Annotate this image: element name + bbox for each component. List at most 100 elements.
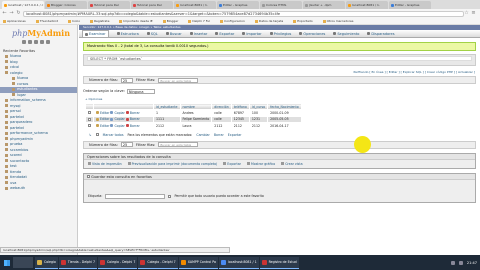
table-cell[interactable]: 2112 [230,122,250,130]
filter-input-bottom[interactable]: Buscar en esta tabla [158,142,199,147]
logout-icon[interactable] [28,40,32,44]
tab-estructura[interactable]: Estructura [116,32,139,36]
row-checkbox[interactable] [88,117,91,121]
tab-sql[interactable]: SQL [146,32,158,36]
row-borrar-button[interactable]: Borrar [125,117,140,121]
taskbar-item[interactable]: Colegio - Delphi 7 [138,256,178,269]
tab-privilegios[interactable]: Privilegios [269,32,291,36]
browser-tab[interactable]: Editar - Graphes [389,1,431,9]
bookmark-item[interactable]: Inicio [68,19,85,23]
phpmyadmin-logo[interactable]: phpMyAdmin [0,25,77,49]
browser-tab[interactable]: Blogger: Colores [45,1,87,9]
taskbar-item[interactable]: Colegio - Delphi 7 [98,256,138,269]
query-op-link[interactable]: Vista de impresión [88,162,122,166]
tab-examinar[interactable]: Examinar [82,30,109,37]
tab-insertar[interactable]: Insertar [189,32,207,36]
bookmark-item[interactable]: Aplicaciones [3,19,31,23]
tree-item-label: tiendadat [10,175,27,179]
bulk-export-button[interactable]: Exportar [228,133,242,137]
query-op-link[interactable]: Crear vista [281,161,303,166]
options-toggle[interactable]: + Opciones [85,97,480,101]
network-icon[interactable] [450,260,455,265]
filter-input[interactable]: Buscar en esta tabla [158,77,199,83]
browser-tab[interactable]: localhost:8081 / 1. [346,1,388,9]
row-editar-button[interactable]: Editar [96,124,109,128]
query-op-label: Crear vista [285,161,303,166]
table-cell[interactable]: 2112 [153,122,181,130]
check-all-icon[interactable]: ↳ [89,133,92,137]
taskbar-item[interactable]: localhost:8081 / 1 [218,256,259,269]
reload-icon[interactable]: ↻ [16,11,21,16]
row-borrar-button[interactable]: Borrar [125,124,140,128]
bookmark-item[interactable]: Configuracion [220,19,250,23]
bookmark-item[interactable]: Exportado [293,19,317,23]
bookmark-folder-icon [254,19,258,23]
tab-exportar[interactable]: Exportar [215,32,234,36]
table-cell[interactable]: 2016-04-17 [267,122,302,130]
tab-seguimiento[interactable]: Seguimiento [333,32,359,36]
bookmark-item[interactable]: Thunderbird [35,19,63,23]
start-button[interactable] [1,255,13,270]
row-copiar-button[interactable]: Copiar [110,124,125,128]
table-cell[interactable]: 2112 [211,122,232,130]
help-icon[interactable] [34,40,38,44]
bookmark-item[interactable]: Otros marcadores [322,19,359,23]
url-field[interactable]: localhost:8081/phpmyadmin/#PMAURL-33:sql… [23,10,464,17]
taskbar-item[interactable]: Tienda - Delphi 7 [58,256,98,269]
browser-tab[interactable]: Tutorial para Del [131,1,173,9]
bookmark-item[interactable]: Delphi 7 Ful [188,19,215,23]
home-icon[interactable] [22,40,26,44]
settings-icon[interactable] [46,40,50,44]
tree-item[interactable]: webauth [0,186,77,192]
taskbar-search[interactable] [13,257,33,268]
browser-tab[interactable]: Editar - Graphes [217,1,259,9]
taskbar-item[interactable]: Registro de Estud [259,256,299,269]
menu-icon[interactable]: ≡ [471,11,476,16]
bulk-change-button[interactable]: Cambiar [196,133,209,137]
docs-icon[interactable] [40,40,44,44]
browser-tab[interactable]: localhost / 127.0.0.1 / c [2,1,44,9]
taskbar-item[interactable]: XAMPP Control Pa [178,256,218,269]
browser-tab[interactable]: |Guitar + .dpm [303,1,345,9]
row-editar-button[interactable]: Editar [96,117,109,121]
browser-tab[interactable]: Colores HTML [260,1,302,9]
bookmark-item[interactable]: Registrate [90,19,114,23]
star-icon[interactable]: ☆ [464,11,469,16]
tab-buscar[interactable]: Buscar [165,32,182,36]
clock[interactable]: 21:47 [467,261,477,265]
bookmark-share-checkbox[interactable] [168,194,172,198]
sql-links[interactable]: Perfilando [ En línea ] [ Editar ] [ Exp… [79,69,480,75]
tab-disparadores[interactable]: Disparadores [367,32,395,36]
bookmark-label-input[interactable] [105,193,166,199]
back-icon[interactable]: ← [2,11,7,16]
row-copiar-button[interactable]: Copiar [110,117,125,121]
table-cell[interactable]: Laura [179,122,213,130]
volume-icon[interactable] [458,260,463,265]
row-checkbox[interactable] [88,124,91,128]
bookmark-item[interactable]: Blogger [162,19,184,23]
query-op-link[interactable]: Previsualización para imprimir (document… [127,162,217,166]
browser-tab[interactable]: Tutorial para Del [88,1,130,9]
rows-select-bottom[interactable]: 25 [120,142,133,147]
bookmark-item[interactable]: Datos de tarjeta [254,19,288,23]
browser-tab[interactable]: localhost:8081 / 1. [174,1,216,9]
rows-select[interactable]: 25 [120,77,133,83]
database-icon [5,65,8,69]
tab-importar[interactable]: Importar [242,32,262,36]
borrar-icon [125,124,129,128]
taskbar-item[interactable]: Colegio [35,256,58,269]
query-op-link[interactable]: Mostrar gráfico [247,162,275,166]
bookmark-item[interactable]: Importado desde IE [119,19,157,23]
query-op-link[interactable]: Exportar [223,162,241,166]
row-checkbox[interactable] [88,111,91,115]
forward-icon[interactable]: → [9,11,14,16]
row-borrar-button[interactable]: Borrar [125,111,140,115]
tab-operaciones[interactable]: Operaciones [299,32,325,36]
row-copiar-button[interactable]: Copiar [110,111,125,115]
bulk-delete-button[interactable]: Borrar [214,133,224,137]
sort-select[interactable]: Ninguna [126,88,155,94]
select-all-label[interactable]: Marcar todos [103,133,124,137]
select-all-checkbox[interactable] [95,133,99,136]
row-editar-button[interactable]: Editar [96,111,109,115]
table-cell[interactable]: 2112 [248,122,269,130]
